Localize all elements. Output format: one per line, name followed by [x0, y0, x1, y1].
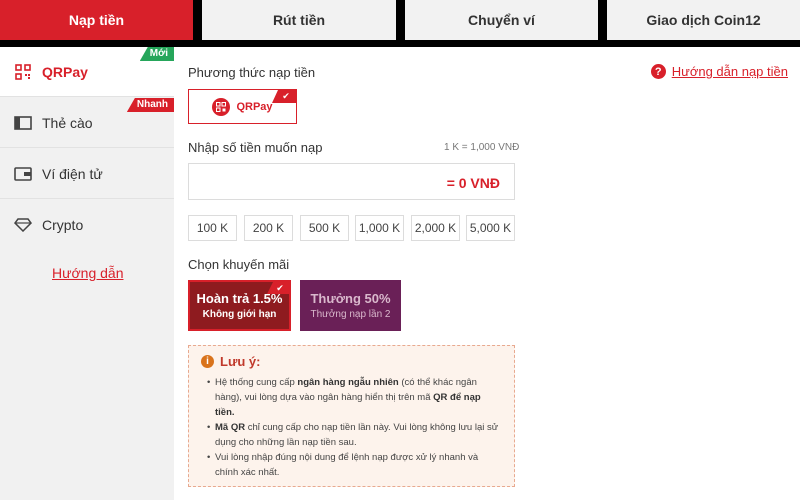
diamond-icon	[14, 216, 32, 234]
notice-title: Lưu ý:	[220, 354, 261, 369]
preset-amount-button[interactable]: 100 K	[188, 215, 237, 241]
preset-amount-button[interactable]: 500 K	[300, 215, 349, 241]
preset-amount-button[interactable]: 200 K	[244, 215, 293, 241]
tab-chuyen-vi[interactable]: Chuyển ví	[405, 0, 598, 40]
qr-icon	[14, 63, 32, 81]
sidebar-item-the-cao[interactable]: Thẻ cào Nhanh	[0, 98, 174, 148]
promo-subtitle: Thưởng nạp lần 2	[310, 309, 391, 320]
sidebar-item-vi-dien-tu[interactable]: Ví điện tử	[0, 149, 174, 199]
promo-cashback[interactable]: Hoàn trả 1.5% Không giới hạn ✔	[188, 280, 291, 331]
card-icon	[14, 114, 32, 132]
help-link[interactable]: ? Hướng dẫn nạp tiền	[650, 64, 788, 79]
wallet-icon	[14, 165, 32, 183]
method-label: Phương thức nạp tiền	[188, 65, 316, 80]
tab-nap-tien[interactable]: Nạp tiền	[0, 0, 193, 40]
sidebar: QRPay Mới Thẻ cào Nhanh Ví điện tử Crypt…	[0, 47, 174, 500]
qr-icon	[212, 97, 231, 116]
sidebar-item-label: Ví điện tử	[42, 165, 103, 182]
notice-item: Mã QR chỉ cung cấp cho nạp tiền lần này.…	[207, 420, 502, 450]
fast-badge: Nhanh	[126, 98, 174, 112]
preset-amount-button[interactable]: 2,000 K	[411, 215, 460, 241]
notice-item: Hệ thống cung cấp ngân hàng ngẫu nhiên (…	[207, 375, 502, 420]
help-link-label: Hướng dẫn nạp tiền	[671, 64, 788, 79]
tab-giao-dich-coin12[interactable]: Giao dịch Coin12	[607, 0, 800, 40]
guide-link[interactable]: Hướng dẫn	[52, 265, 123, 281]
method-option-label: QRPay	[236, 100, 273, 113]
info-icon: i	[201, 355, 214, 368]
new-badge: Mới	[139, 47, 174, 61]
amount-input[interactable]: = 0 VNĐ	[188, 163, 515, 200]
main-panel: Phương thức nạp tiền ? Hướng dẫn nạp tiề…	[174, 47, 800, 500]
tab-rut-tien[interactable]: Rút tiền	[202, 0, 396, 40]
check-icon: ✔	[267, 282, 289, 294]
notice-item: Vui lòng nhập đúng nội dung để lệnh nạp …	[207, 450, 502, 480]
promo-subtitle: Không giới hạn	[202, 309, 277, 320]
sidebar-item-label: Crypto	[42, 217, 84, 233]
promo-label: Chọn khuyến mãi	[188, 257, 290, 272]
sidebar-item-crypto[interactable]: Crypto	[0, 200, 174, 250]
preset-amount-button[interactable]: 5,000 K	[466, 215, 515, 241]
sidebar-item-label: Thẻ cào	[42, 114, 93, 131]
check-icon: ✔	[272, 90, 296, 103]
help-icon: ?	[650, 64, 666, 79]
notice-box: i Lưu ý: Hệ thống cung cấp ngân hàng ngẫ…	[188, 345, 515, 487]
preset-amount-button[interactable]: 1,000 K	[355, 215, 404, 241]
sidebar-item-label: QRPay	[42, 63, 88, 80]
amount-display: = 0 VNĐ	[446, 175, 500, 191]
promo-bonus[interactable]: Thưởng 50% Thưởng nạp lần 2	[300, 280, 401, 331]
sidebar-item-qrpay[interactable]: QRPay Mới	[0, 47, 174, 97]
promo-title: Thưởng 50%	[310, 291, 391, 306]
amount-label: Nhập số tiền muốn nạp	[188, 140, 323, 155]
method-option-qrpay[interactable]: QRPay ✔	[188, 89, 297, 124]
top-tab-bar: Nạp tiền Rút tiền Chuyển ví Giao dịch Co…	[0, 0, 800, 47]
exchange-rate: 1 K = 1,000 VNĐ	[444, 142, 520, 153]
